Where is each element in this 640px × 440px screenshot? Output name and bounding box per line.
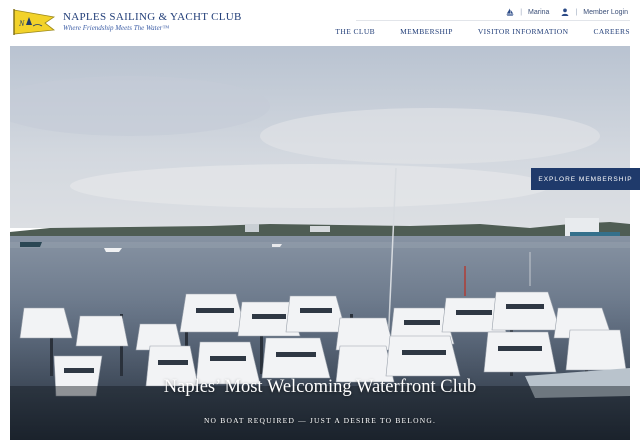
club-burgee-flag-icon[interactable]: N (12, 8, 56, 36)
user-icon (562, 8, 569, 16)
utility-separator: | (575, 8, 578, 16)
utility-separator: | (520, 8, 523, 16)
marina-link[interactable]: | Marina (506, 8, 549, 16)
nav-item-membership[interactable]: MEMBERSHIP (400, 27, 453, 36)
utility-links: | Marina | Member Login (506, 6, 628, 18)
nav-item-the-club[interactable]: THE CLUB (335, 27, 375, 36)
nav-divider (356, 20, 630, 21)
member-login-link[interactable]: | Member Login (561, 8, 628, 16)
site-header: N NAPLES SAILING & YACHT CLUB Where Frie… (0, 0, 640, 46)
hero-title: Naples’ Most Welcoming Waterfront Club (163, 377, 477, 397)
sailboat-icon (506, 8, 514, 16)
member-login-label: Member Login (583, 8, 628, 16)
main-nav: THE CLUB MEMBERSHIP VISITOR INFORMATION … (335, 27, 630, 36)
brand-name[interactable]: NAPLES SAILING & YACHT CLUB (63, 11, 242, 23)
svg-text:N: N (18, 19, 25, 28)
hero-subtitle: NO BOAT REQUIRED — JUST A DESIRE TO BELO… (203, 416, 437, 425)
nav-item-careers[interactable]: CAREERS (593, 27, 630, 36)
explore-membership-button[interactable]: EXPLORE MEMBERSHIP (531, 168, 640, 190)
marina-label: Marina (528, 8, 550, 16)
nav-item-visitor-information[interactable]: VISITOR INFORMATION (478, 27, 569, 36)
brand-block[interactable]: NAPLES SAILING & YACHT CLUB Where Friend… (63, 11, 242, 32)
brand-tagline: Where Friendship Meets The Water™ (63, 24, 170, 32)
